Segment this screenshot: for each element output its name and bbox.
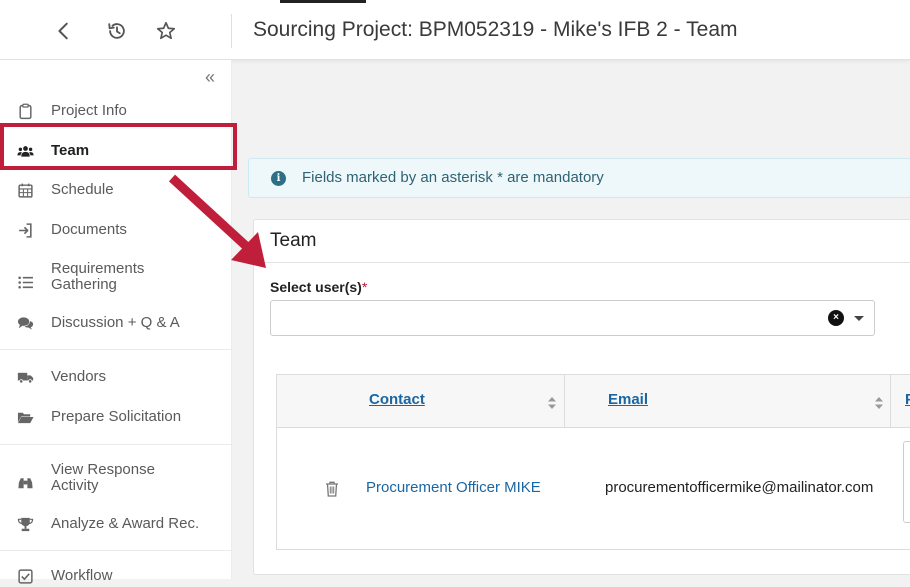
sidebar-divider: [0, 349, 232, 350]
select-users-dropdown[interactable]: ×: [270, 300, 875, 336]
mandatory-fields-banner: i Fields marked by an asterisk * are man…: [248, 158, 910, 198]
card-divider: [254, 262, 910, 263]
info-icon: i: [271, 171, 286, 186]
delete-row-button[interactable]: [324, 480, 340, 498]
sidebar-divider: [0, 550, 232, 551]
sidebar-item-documents[interactable]: Documents: [0, 219, 232, 241]
sidebar-item-vendors[interactable]: Vendors: [0, 366, 232, 388]
sidebar-item-label: Vendors: [51, 368, 107, 385]
history-icon: [108, 23, 125, 39]
trophy-icon: [15, 514, 35, 534]
chevron-left-icon: [58, 22, 68, 40]
page-title: Sourcing Project: BPM052319 - Mike's IFB…: [253, 18, 738, 41]
sidebar-item-workflow[interactable]: Workflow: [0, 565, 232, 587]
column-header-partial[interactable]: P: [905, 391, 910, 408]
sign-in-icon: [15, 220, 35, 240]
top-bar: Sourcing Project: BPM052319 - Mike's IFB…: [0, 0, 910, 60]
sidebar-item-label: Workflow: [51, 567, 113, 584]
team-table: Contact Email P Procurement Officer MIKE…: [276, 374, 910, 550]
sidebar-item-discussion[interactable]: Discussion + Q & A: [0, 312, 232, 334]
sidebar-item-label: Prepare Solicitation: [51, 408, 182, 425]
sidebar-item-label: Project Info: [51, 102, 127, 119]
check-square-icon: [15, 566, 35, 586]
sidebar-item-requirements-gathering[interactable]: Requirements Gathering: [0, 260, 232, 296]
list-icon: [15, 272, 35, 292]
required-asterisk: *: [361, 279, 368, 295]
sidebar-item-view-response-activity[interactable]: View Response Activity: [0, 461, 232, 497]
collapse-sidebar-button[interactable]: «: [205, 68, 215, 86]
team-card-title: Team: [270, 230, 317, 251]
binoculars-icon: [15, 473, 35, 493]
sidebar-divider: [0, 444, 232, 445]
team-card: Team Select user(s)* × Contact Email P P…: [253, 219, 910, 575]
table-header: Contact Email P: [277, 375, 910, 428]
column-header-contact[interactable]: Contact: [369, 391, 425, 408]
contact-link[interactable]: Procurement Officer MIKE: [366, 479, 541, 496]
sidebar-item-label-line1: View Response: [51, 461, 155, 478]
sidebar-item-label: Documents: [51, 221, 127, 238]
truck-icon: [15, 367, 35, 387]
sidebar-item-label-line2: Activity: [51, 477, 99, 494]
favorite-button[interactable]: [153, 18, 179, 44]
select-users-label-text: Select user(s): [270, 279, 362, 295]
clear-selection-button[interactable]: ×: [828, 310, 844, 326]
header-divider: [231, 14, 232, 48]
sidebar-item-schedule[interactable]: Schedule: [0, 179, 232, 201]
sidebar-item-prepare-solicitation[interactable]: Prepare Solicitation: [0, 406, 232, 428]
star-outline-icon: [156, 21, 176, 40]
sidebar-item-project-info[interactable]: Project Info: [0, 100, 232, 122]
contact-email: procurementofficermike@mailinator.com: [605, 479, 874, 496]
sidebar-item-label-line2: Gathering: [51, 276, 117, 293]
sort-icon[interactable]: [547, 395, 557, 411]
select-users-label: Select user(s)*: [270, 279, 367, 295]
team-highlight-box: [0, 123, 237, 170]
trash-icon: [326, 481, 338, 497]
back-button[interactable]: [51, 18, 77, 44]
sidebar-item-label-line1: Requirements: [51, 260, 145, 277]
banner-text: Fields marked by an asterisk * are manda…: [302, 169, 604, 186]
column-separator: [564, 375, 565, 428]
sidebar-item-label: Analyze & Award Rec.: [51, 515, 200, 532]
calendar-icon: [15, 180, 35, 200]
column-header-email[interactable]: Email: [608, 391, 648, 408]
comments-icon: [15, 313, 35, 333]
chevron-down-icon[interactable]: [854, 316, 864, 321]
top-accent-line: [280, 0, 366, 3]
sidebar-item-label: Schedule: [51, 181, 114, 198]
clipboard-icon: [15, 101, 35, 121]
row-extra-field[interactable]: [903, 441, 910, 523]
history-button[interactable]: [104, 18, 130, 44]
sidebar-item-label: Discussion + Q & A: [51, 314, 180, 331]
column-separator: [890, 375, 891, 428]
table-row: Procurement Officer MIKE procurementoffi…: [277, 429, 910, 549]
folder-open-icon: [15, 407, 35, 427]
sidebar-item-analyze-award[interactable]: Analyze & Award Rec.: [0, 513, 232, 535]
sort-icon[interactable]: [874, 395, 884, 411]
